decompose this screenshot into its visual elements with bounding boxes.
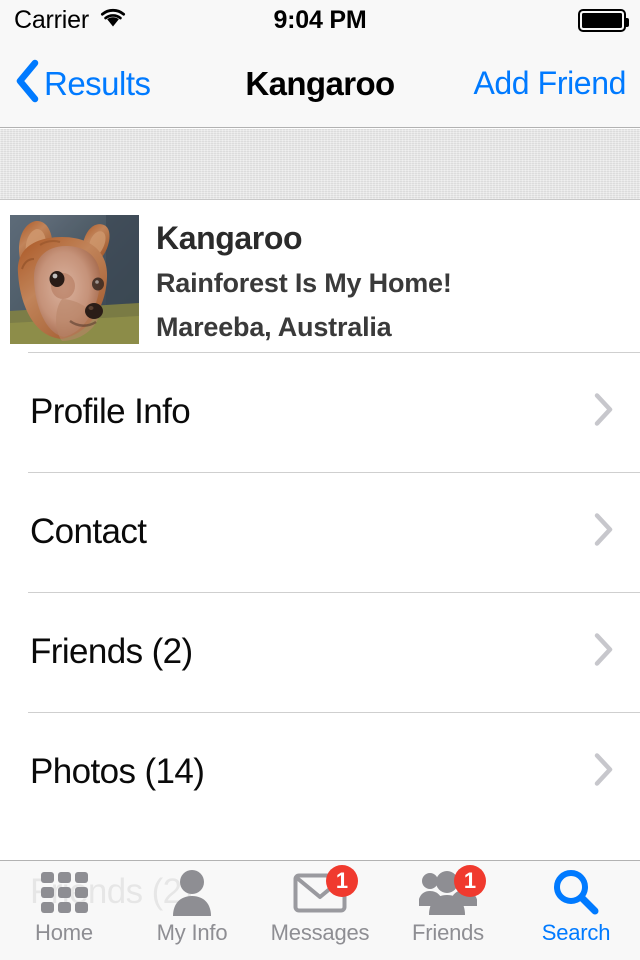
person-icon — [166, 867, 218, 924]
row-contact[interactable]: Contact — [0, 472, 640, 592]
tab-friends-icon-wrap: 1 — [416, 865, 486, 921]
friends-badge: 1 — [454, 865, 486, 897]
tab-my-info-label: My Info — [156, 920, 228, 945]
tab-home-label: Home — [35, 920, 93, 945]
tab-messages-icon-wrap: 1 — [288, 865, 358, 921]
tab-home[interactable]: Home — [0, 861, 128, 960]
row-friends-label: Friends (2) — [30, 632, 193, 671]
add-friend-button[interactable]: Add Friend — [473, 40, 626, 127]
back-button-label: Results — [44, 64, 151, 102]
chevron-right-icon — [593, 632, 615, 673]
app-screen: Carrier 9:04 PM Results Kangaroo Add Fri… — [0, 0, 640, 960]
profile-name: Kangaroo — [156, 220, 303, 256]
chevron-right-icon — [593, 752, 615, 793]
chevron-left-icon — [14, 59, 40, 108]
tab-messages[interactable]: 1 Messages — [256, 861, 384, 960]
profile-header: Kangaroo Rainforest Is My Home! Mareeba,… — [0, 200, 640, 352]
tab-my-info[interactable]: My Info — [128, 861, 256, 960]
status-bar-left: Carrier — [14, 7, 127, 33]
row-contact-label: Contact — [30, 512, 147, 551]
status-bar-right — [578, 8, 629, 32]
tab-search-icon-wrap — [544, 869, 608, 921]
back-button[interactable]: Results — [14, 40, 151, 127]
grid-icon — [38, 867, 90, 924]
chevron-right-icon — [593, 512, 615, 553]
row-profile-info[interactable]: Profile Info — [0, 352, 640, 472]
tab-search[interactable]: Search — [512, 861, 640, 960]
chevron-right-icon — [593, 392, 615, 433]
row-friends[interactable]: Friends (2) — [0, 592, 640, 712]
magnifier-icon — [550, 867, 602, 924]
messages-badge: 1 — [326, 865, 358, 897]
banner-placeholder — [0, 129, 640, 200]
wifi-icon — [99, 7, 127, 33]
tab-bar: Home My Info 1 Messages 1 Friends Search — [0, 860, 640, 960]
navigation-bar: Results Kangaroo Add Friend — [0, 40, 640, 128]
status-bar: Carrier 9:04 PM — [0, 0, 640, 40]
tab-friends-label: Friends — [412, 920, 484, 945]
tab-friends[interactable]: 1 Friends — [384, 861, 512, 960]
tab-my-info-icon-wrap — [160, 869, 224, 921]
kangaroo-avatar-photo — [10, 215, 139, 344]
profile-location: Mareeba, Australia — [156, 311, 392, 342]
battery-full-icon — [578, 8, 629, 32]
row-profile-info-label: Profile Info — [30, 392, 191, 431]
profile-tagline: Rainforest Is My Home! — [156, 268, 452, 299]
scroll-content[interactable]: Kangaroo Rainforest Is My Home! Mareeba,… — [0, 129, 640, 960]
profile-text-block: Kangaroo Rainforest Is My Home! Mareeba,… — [156, 215, 452, 343]
tab-search-label: Search — [541, 920, 611, 945]
tab-messages-label: Messages — [270, 920, 370, 945]
tab-home-icon-wrap — [32, 869, 96, 921]
row-photos[interactable]: Photos (14) — [0, 712, 640, 832]
row-photos-label: Photos (14) — [30, 752, 205, 791]
carrier-label: Carrier — [14, 5, 89, 34]
